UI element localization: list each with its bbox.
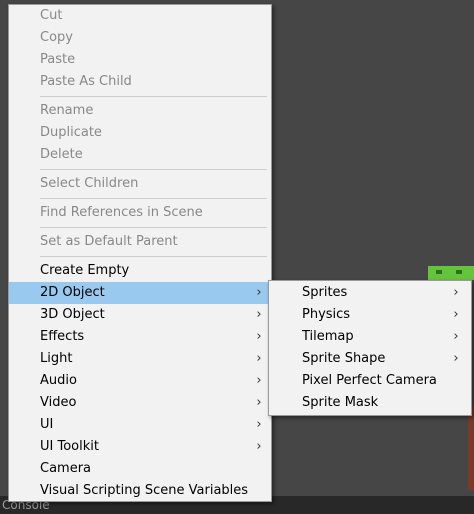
menu-item-label: Visual Scripting Scene Variables — [40, 483, 249, 498]
menu-item-copy[interactable]: Copy — [9, 27, 271, 49]
submenu-item-label: Tilemap — [302, 329, 354, 344]
menu-item-label: Duplicate — [40, 125, 102, 140]
scene-sprite-brown — [468, 406, 474, 490]
menu-separator — [40, 96, 267, 97]
menu-separator — [40, 256, 267, 257]
menu-item-label: Find References in Scene — [40, 205, 203, 220]
menu-item-delete[interactable]: Delete — [9, 144, 271, 166]
menu-item-label: 3D Object — [40, 307, 105, 322]
menu-item-ui[interactable]: UI › — [9, 414, 271, 436]
menu-separator — [40, 227, 267, 228]
editor-root: Console Cut Copy Paste Paste As Child Re… — [0, 0, 474, 514]
menu-item-label: Video — [40, 395, 77, 410]
chevron-right-icon: › — [256, 439, 262, 454]
menu-item-label: Light — [40, 351, 73, 366]
submenu-item-sprites[interactable]: Sprites › — [269, 282, 471, 304]
menu-item-select-children[interactable]: Select Children — [9, 173, 271, 195]
menu-item-label: 2D Object — [40, 285, 105, 300]
menu-item-set-default-parent[interactable]: Set as Default Parent — [9, 231, 271, 253]
menu-item-ui-toolkit[interactable]: UI Toolkit › — [9, 436, 271, 458]
chevron-right-icon: › — [256, 417, 262, 432]
submenu-item-label: Sprites — [302, 285, 348, 300]
menu-item-label: Paste As Child — [40, 74, 132, 89]
menu-item-paste[interactable]: Paste — [9, 49, 271, 71]
menu-item-effects[interactable]: Effects › — [9, 326, 271, 348]
chevron-right-icon: › — [256, 329, 262, 344]
chevron-right-icon: › — [453, 285, 459, 300]
menu-item-paste-as-child[interactable]: Paste As Child — [9, 71, 271, 93]
submenu-item-sprite-shape[interactable]: Sprite Shape › — [269, 348, 471, 370]
chevron-right-icon: › — [256, 373, 262, 388]
chevron-right-icon: › — [256, 285, 262, 300]
submenu-item-label: Sprite Shape — [302, 351, 386, 366]
chevron-right-icon: › — [256, 395, 262, 410]
menu-item-label: Rename — [40, 103, 94, 118]
chevron-right-icon: › — [256, 351, 262, 366]
scene-sprite-green — [428, 266, 474, 280]
submenu-item-physics[interactable]: Physics › — [269, 304, 471, 326]
menu-item-label: UI Toolkit — [40, 439, 99, 454]
menu-item-label: Camera — [40, 461, 92, 476]
hierarchy-context-menu: Cut Copy Paste Paste As Child Rename Dup… — [8, 4, 272, 502]
menu-item-3d-object[interactable]: 3D Object › — [9, 304, 271, 326]
submenu-item-sprite-mask[interactable]: Sprite Mask — [269, 392, 471, 414]
menu-item-light[interactable]: Light › — [9, 348, 271, 370]
menu-item-label: Paste — [40, 52, 76, 67]
menu-item-video[interactable]: Video › — [9, 392, 271, 414]
menu-item-label: Copy — [40, 30, 73, 45]
menu-item-audio[interactable]: Audio › — [9, 370, 271, 392]
chevron-right-icon: › — [453, 307, 459, 322]
chevron-right-icon: › — [453, 329, 459, 344]
menu-item-create-empty[interactable]: Create Empty — [9, 260, 271, 282]
submenu-item-pixel-perfect-camera[interactable]: Pixel Perfect Camera — [269, 370, 471, 392]
chevron-right-icon: › — [256, 307, 262, 322]
submenu-item-tilemap[interactable]: Tilemap › — [269, 326, 471, 348]
submenu-item-label: Sprite Mask — [302, 395, 379, 410]
submenu-item-label: Physics — [302, 307, 351, 322]
2d-object-submenu: Sprites › Physics › Tilemap › Sprite Shape ›… — [268, 280, 472, 416]
menu-item-find-references[interactable]: Find References in Scene — [9, 202, 271, 224]
menu-item-label: Select Children — [40, 176, 139, 191]
menu-item-label: Cut — [40, 8, 63, 23]
menu-separator — [40, 198, 267, 199]
menu-item-rename[interactable]: Rename — [9, 100, 271, 122]
menu-item-camera[interactable]: Camera — [9, 458, 271, 480]
submenu-item-label: Pixel Perfect Camera — [302, 373, 437, 388]
menu-item-2d-object[interactable]: 2D Object › — [9, 282, 271, 304]
menu-item-visual-scripting-scene-variables[interactable]: Visual Scripting Scene Variables — [9, 480, 271, 502]
menu-item-label: Effects — [40, 329, 85, 344]
menu-item-label: Set as Default Parent — [40, 234, 178, 249]
menu-item-label: Create Empty — [40, 263, 130, 278]
menu-item-label: Delete — [40, 147, 83, 162]
menu-item-duplicate[interactable]: Duplicate — [9, 122, 271, 144]
chevron-right-icon: › — [453, 351, 459, 366]
menu-separator — [40, 169, 267, 170]
menu-item-cut[interactable]: Cut — [9, 5, 271, 27]
menu-item-label: Audio — [40, 373, 77, 388]
menu-item-label: UI — [40, 417, 54, 432]
